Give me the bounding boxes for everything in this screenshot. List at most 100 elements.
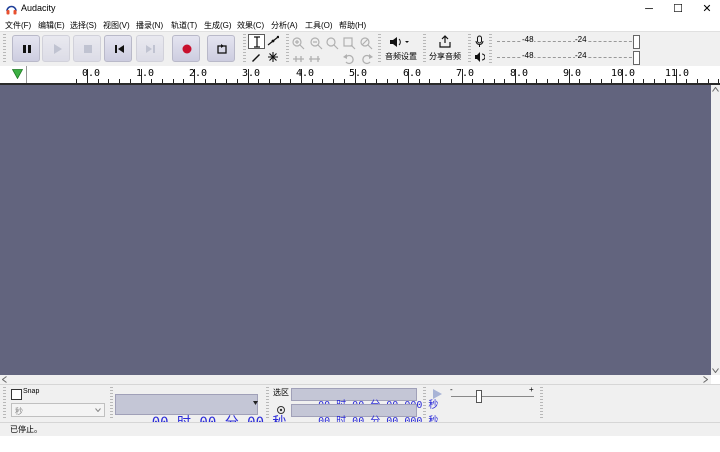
ruler-tick: [504, 79, 505, 83]
envelope-tool-button[interactable]: [265, 34, 282, 49]
ruler-label: 7.0: [456, 68, 475, 79]
skip-to-end-icon: [146, 45, 155, 53]
ruler-tick: [601, 79, 602, 83]
selection-label: 选区: [273, 388, 289, 397]
toolbar-grip[interactable]: [468, 34, 471, 64]
selection-end-field[interactable]: 00 时 00 分 00.000 秒: [291, 404, 438, 427]
menu-generate[interactable]: 生成(G): [204, 20, 232, 31]
toolbar-grip[interactable]: [423, 387, 426, 420]
timeline-ruler[interactable]: 0.0 1.0 2.0 3.0 4.0 5.0 6.0 7.0 8.0 9.0 …: [0, 66, 720, 85]
menu-view[interactable]: 视图(V): [103, 20, 130, 31]
zoom-toggle-icon[interactable]: [359, 36, 374, 50]
menu-edit[interactable]: 编辑(E): [38, 20, 65, 31]
scroll-left-arrow-icon[interactable]: [2, 376, 7, 383]
meter-grip[interactable]: [489, 50, 492, 64]
ruler-label: 1.0: [136, 68, 155, 79]
record-level-slider-thumb[interactable]: [633, 35, 640, 49]
horizontal-scrollbar[interactable]: [0, 375, 711, 384]
share-audio-label: 分享音频: [429, 52, 461, 61]
play-at-speed-icon[interactable]: [431, 388, 443, 400]
snap-unit-select[interactable]: 秒: [11, 403, 105, 417]
playback-level-slider-thumb[interactable]: [633, 51, 640, 65]
toolbar-grip[interactable]: [540, 387, 543, 420]
close-button[interactable]: ✕: [692, 0, 720, 19]
toolbar-grip[interactable]: [378, 34, 381, 64]
toolbar-grip[interactable]: [3, 387, 6, 420]
menu-transport[interactable]: 播录(N): [136, 20, 163, 31]
ruler-tick: [686, 79, 687, 83]
toolbar-grip[interactable]: [110, 387, 113, 420]
snap-checkbox[interactable]: [11, 389, 22, 400]
play-button[interactable]: [42, 35, 70, 62]
settings-icon[interactable]: [276, 405, 286, 415]
zoom-out-icon[interactable]: [309, 36, 324, 50]
microphone-icon[interactable]: [474, 35, 485, 48]
menu-file[interactable]: 文件(F): [5, 20, 31, 31]
fit-project-icon[interactable]: [342, 36, 357, 50]
time-format-dropdown-icon[interactable]: [253, 401, 258, 405]
selection-tool-button[interactable]: [248, 34, 265, 49]
ruler-label: 2.0: [189, 68, 208, 79]
selection-start-field[interactable]: 00 时 00 分 00.000 秒: [291, 388, 438, 411]
share-audio-button[interactable]: 分享音频: [428, 34, 464, 63]
chevron-down-icon: [95, 408, 101, 412]
record-button[interactable]: [172, 35, 200, 62]
playback-meter[interactable]: -48 -24: [497, 51, 642, 65]
menu-analyze[interactable]: 分析(A): [271, 20, 298, 31]
toolbar-grip[interactable]: [243, 34, 246, 64]
track-area[interactable]: [0, 85, 711, 375]
pause-button[interactable]: [12, 35, 40, 62]
i-beam-icon: [254, 36, 260, 48]
zoom-in-icon[interactable]: [291, 36, 306, 50]
ruler-tick: [483, 79, 484, 83]
multi-tool-button[interactable]: [265, 50, 282, 65]
ruler-tick: [526, 79, 527, 83]
draw-tool-button[interactable]: [248, 50, 265, 65]
fit-selection-icon[interactable]: [325, 36, 340, 50]
meter-grip[interactable]: [489, 34, 492, 48]
loop-button[interactable]: [207, 35, 235, 62]
scroll-down-arrow-icon[interactable]: [712, 368, 719, 373]
menu-tracks[interactable]: 轨道(T): [171, 20, 197, 31]
ruler-tick: [633, 79, 634, 83]
skip-to-start-icon: [115, 45, 124, 53]
ruler-tick: [119, 79, 120, 83]
ruler-label: 5.0: [349, 68, 368, 79]
menu-help[interactable]: 帮助(H): [339, 20, 366, 31]
ruler-tick: [451, 79, 452, 83]
ruler-tick: [697, 79, 698, 83]
speed-slider-thumb[interactable]: [476, 390, 482, 403]
skip-to-end-button[interactable]: [136, 35, 164, 62]
audio-setup-button[interactable]: 音频设置: [383, 34, 419, 63]
stop-button[interactable]: [73, 35, 101, 62]
audacity-logo-icon: [6, 5, 17, 15]
skip-to-start-button[interactable]: [104, 35, 132, 62]
toolbar-grip[interactable]: [286, 34, 289, 64]
trim-audio-icon[interactable]: [291, 52, 306, 66]
ruler-tick: [322, 79, 323, 83]
scroll-right-arrow-icon[interactable]: [703, 376, 708, 383]
time-display[interactable]: 00 时 00 分 00 秒: [115, 394, 286, 431]
speaker-small-icon[interactable]: [474, 51, 485, 63]
play-head-marker-icon[interactable]: [12, 69, 23, 79]
speed-slider-track[interactable]: [451, 396, 534, 397]
vertical-scrollbar[interactable]: [711, 85, 720, 375]
ruler-tick: [654, 79, 655, 83]
scroll-up-arrow-icon[interactable]: [712, 87, 719, 92]
ruler-tick: [173, 79, 174, 83]
undo-icon[interactable]: [342, 52, 357, 66]
maximize-button[interactable]: ☐: [663, 0, 693, 19]
menu-effect[interactable]: 效果(C): [237, 20, 264, 31]
ruler-tick: [590, 79, 591, 83]
record-meter[interactable]: -48 -24: [497, 35, 642, 49]
menu-select[interactable]: 选择(S): [70, 20, 97, 31]
redo-icon[interactable]: [359, 52, 374, 66]
ruler-tick: [558, 79, 559, 83]
toolbar-grip[interactable]: [3, 34, 6, 64]
toolbar-grip[interactable]: [423, 34, 426, 64]
ruler-tick: [429, 79, 430, 83]
toolbar-grip[interactable]: [266, 387, 269, 420]
silence-audio-icon[interactable]: [307, 52, 322, 66]
minimize-button[interactable]: ─: [634, 0, 664, 19]
menu-tools[interactable]: 工具(O): [305, 20, 333, 31]
